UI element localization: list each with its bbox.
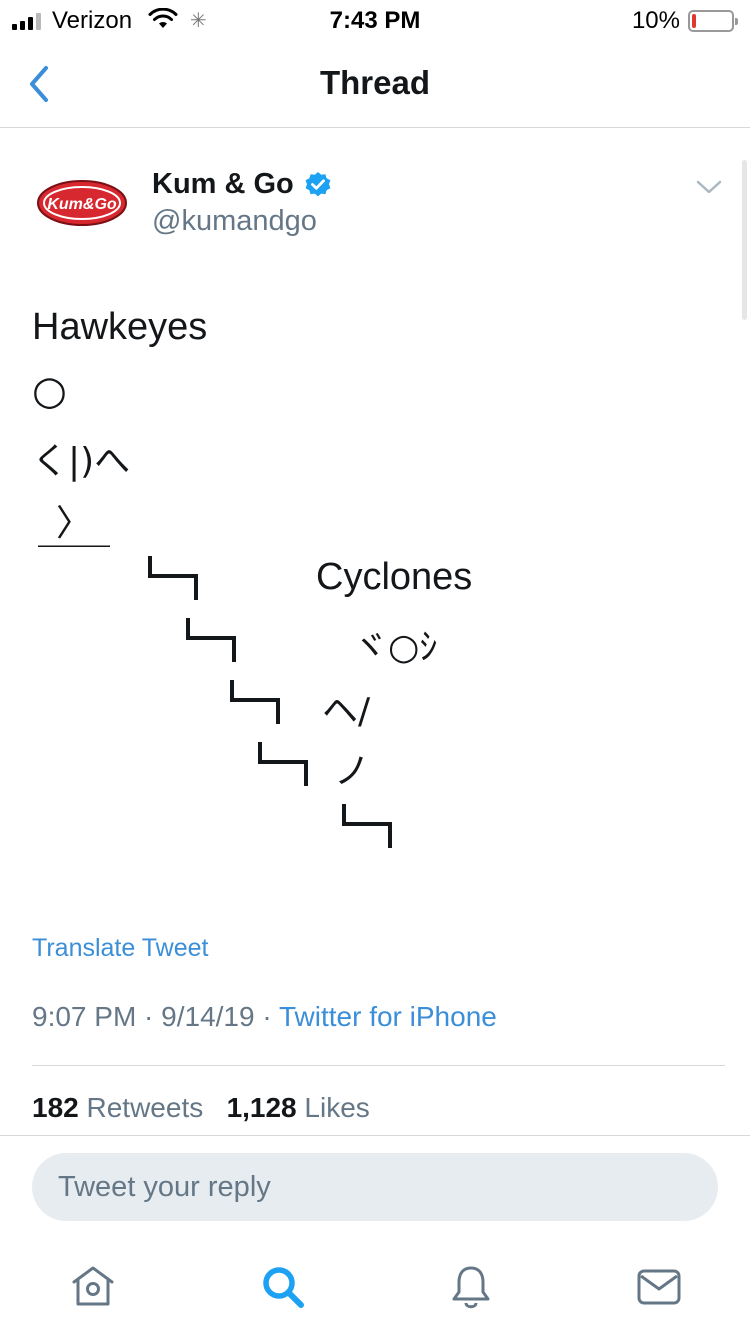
reply-input[interactable] — [58, 1153, 698, 1221]
stair-step-5 — [342, 804, 392, 848]
tweet-meta: 9:07 PM · 9/14/19 · Twitter for iPhone — [32, 1001, 497, 1033]
avatar[interactable]: Kum&Go — [36, 176, 128, 230]
messages-icon — [637, 1269, 681, 1305]
translate-tweet-link[interactable]: Translate Tweet — [32, 934, 208, 963]
tweet-timestamp: 9:07 PM · 9/14/19 · — [32, 1001, 279, 1032]
display-name-text: Kum & Go — [152, 168, 294, 200]
stair-step-1 — [148, 556, 198, 600]
stair-step-4 — [258, 742, 308, 786]
tab-messages[interactable] — [634, 1262, 684, 1312]
tab-search[interactable] — [258, 1262, 308, 1312]
tweet-text-head: ○ — [32, 368, 67, 414]
author-name[interactable]: Kum & Go — [152, 168, 332, 201]
stair-step-3 — [230, 680, 280, 724]
divider — [32, 1065, 725, 1066]
avatar-logo-text: Kum&Go — [47, 196, 117, 213]
stair-step-2 — [186, 618, 236, 662]
home-icon — [72, 1266, 114, 1306]
notifications-icon — [452, 1266, 490, 1309]
battery-percent: 10% — [631, 7, 680, 34]
tab-notifications[interactable] — [446, 1262, 496, 1312]
tweet-text-hawkeyes: Hawkeyes — [32, 306, 208, 348]
tweet-text-cyclone-body: ヘ/ — [322, 691, 371, 732]
page-title: Thread — [319, 64, 431, 101]
search-icon — [263, 1267, 304, 1308]
nav-bar: Thread — [0, 40, 750, 128]
tweet-text-ground: ￣￣ — [38, 545, 111, 586]
retweets-count[interactable]: 182 — [32, 1092, 79, 1123]
tweet-options-button[interactable] — [696, 178, 722, 196]
likes-label[interactable]: Likes — [304, 1092, 369, 1123]
status-bar: Verizon ✳ 7:43 PM 10% — [0, 0, 750, 40]
author-handle[interactable]: @kumandgo — [152, 205, 317, 238]
scroll-indicator — [742, 160, 747, 320]
tweet-text-cyclones: Cyclones — [316, 556, 473, 598]
battery-level — [692, 14, 696, 28]
tweet-text-cyclone-head: ヾ○ｼ — [352, 627, 438, 668]
verified-badge-icon — [305, 171, 331, 196]
battery-icon — [688, 10, 738, 32]
tweet-source-link[interactable]: Twitter for iPhone — [279, 1001, 497, 1032]
retweets-label[interactable]: Retweets — [87, 1092, 204, 1123]
reply-box[interactable] — [32, 1153, 718, 1221]
likes-count[interactable]: 1,128 — [227, 1092, 297, 1123]
tweet-text-cyclone-leg: ノ — [334, 751, 371, 792]
tweet-text-body: く|)へ — [32, 441, 131, 482]
chevron-down-icon — [696, 180, 722, 194]
tab-home[interactable] — [68, 1262, 118, 1312]
tweet-stats: 182 Retweets 1,128 Likes — [32, 1092, 370, 1124]
